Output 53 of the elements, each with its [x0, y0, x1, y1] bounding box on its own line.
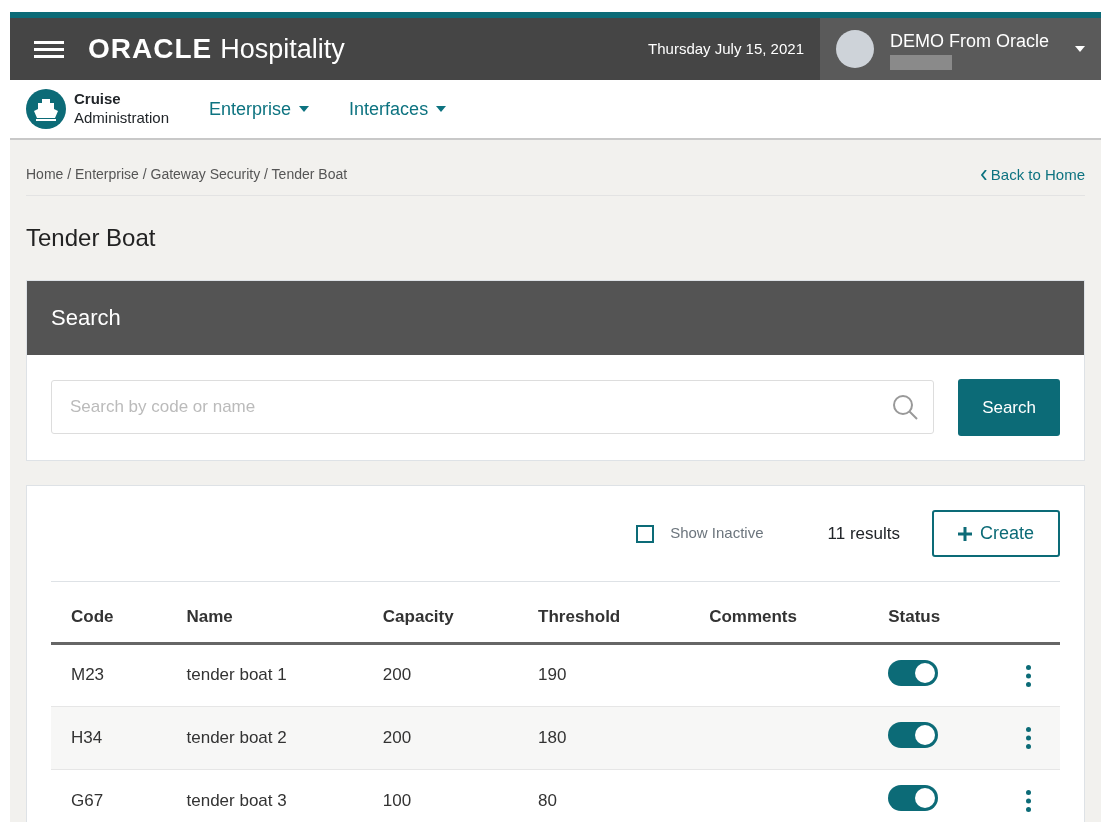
chevron-left-icon [980, 170, 987, 181]
column-header: Code [51, 582, 167, 643]
search-icon[interactable] [892, 394, 919, 421]
table-cell: 100 [362, 769, 519, 822]
status-toggle[interactable] [888, 722, 939, 749]
page-title: Tender Boat [26, 222, 157, 253]
result-count: 11 results [827, 522, 900, 545]
create-button[interactable]: Create [931, 510, 1060, 557]
table-cell: 200 [362, 706, 519, 769]
table-cell: tender boat 2 [166, 706, 363, 769]
breadcrumb-trail: Home / Enterprise / Gateway Security / Tender Boat [26, 165, 348, 184]
more-options-icon[interactable] [1025, 664, 1031, 687]
table-cell: 200 [362, 643, 519, 706]
date-text: Thursday July 15, 2021 [648, 38, 804, 59]
app-subtitle: Administration [74, 109, 170, 128]
redacted-block [890, 55, 952, 70]
nav-menu[interactable]: Interfaces [349, 95, 447, 123]
table-cell: G67 [51, 769, 167, 822]
caret-icon [436, 106, 447, 112]
caret-icon [299, 106, 310, 112]
checkbox[interactable] [636, 524, 655, 543]
search-heading: Search [27, 280, 1084, 355]
app-title: Cruise [74, 90, 122, 109]
avatar-icon [836, 30, 874, 68]
table-cell: tender boat 1 [166, 643, 363, 706]
column-header: Name [166, 582, 363, 643]
column-header: Capacity [362, 582, 519, 643]
status-toggle[interactable] [888, 659, 939, 686]
menu-icon[interactable] [34, 39, 64, 59]
column-header: Status [868, 582, 997, 643]
table-cell: 80 [518, 769, 690, 822]
user-menu[interactable]: DEMO From Oracle [820, 18, 1101, 80]
checkbox-label: Show Inactive [670, 523, 764, 544]
user-name: DEMO From Oracle [890, 30, 1050, 53]
nav-menu[interactable]: Enterprise [209, 95, 310, 123]
table-cell: tender boat 3 [166, 769, 363, 822]
plus-icon [957, 526, 972, 541]
caret-icon [1075, 46, 1085, 52]
search-button[interactable]: Search [958, 378, 1060, 436]
ship-icon [26, 89, 66, 129]
table-cell: 180 [518, 706, 690, 769]
table-cell: M23 [51, 643, 167, 706]
column-header: Threshold [518, 582, 690, 643]
search-field[interactable]: Search by code or name [51, 380, 935, 435]
table-cell: 190 [518, 643, 690, 706]
more-options-icon[interactable] [1025, 727, 1031, 750]
column-header: Comments [689, 582, 869, 643]
status-toggle[interactable] [888, 785, 939, 812]
product-name: Hospitality [220, 32, 345, 66]
table-cell: H34 [51, 706, 167, 769]
more-options-icon[interactable] [1025, 790, 1031, 813]
back-link[interactable]: Back to Home [990, 164, 1085, 187]
brand-logo: ORACLE [88, 32, 213, 66]
